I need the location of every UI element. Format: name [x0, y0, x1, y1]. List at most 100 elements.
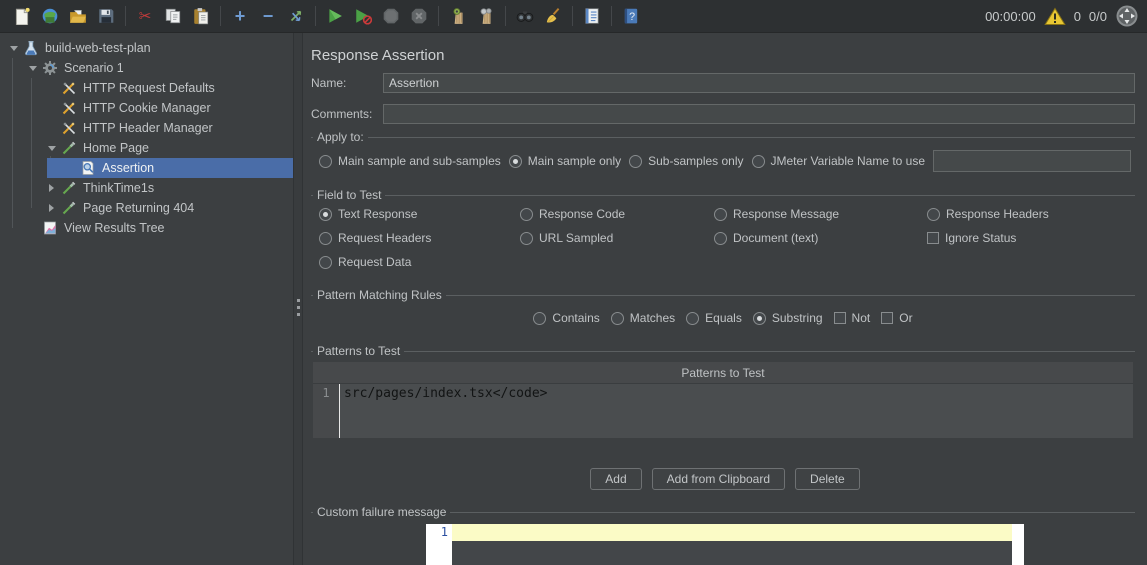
expander-icon[interactable]: [42, 184, 61, 192]
checkbox-not[interactable]: Not: [834, 311, 871, 325]
clear-all-icon[interactable]: [472, 3, 500, 29]
add-from-clipboard-button[interactable]: Add from Clipboard: [652, 468, 785, 490]
radio-text-response[interactable]: Text Response: [319, 207, 520, 221]
patterns-to-test-group: Patterns to Test Patterns to Test 1 src/…: [311, 351, 1135, 438]
apply-to-group: Apply to: Main sample and sub-samples Ma…: [311, 137, 1135, 182]
radio-request-data[interactable]: Request Data: [319, 255, 520, 269]
pattern-line-number: 1: [313, 384, 339, 438]
radio-contains[interactable]: Contains: [533, 311, 599, 325]
tree-item-label: ThinkTime1s: [83, 181, 154, 195]
radio-main-sample-and-sub-samples[interactable]: Main sample and sub-samples: [319, 154, 501, 168]
tree-item-label: HTTP Request Defaults: [83, 81, 215, 95]
tree-item-assertion[interactable]: Assertion: [0, 158, 293, 178]
toolbar-separator: [220, 6, 221, 26]
tree-item-label: Page Returning 404: [83, 201, 194, 215]
name-label: Name:: [311, 76, 383, 90]
reset-search-icon[interactable]: [539, 3, 567, 29]
tree-item-page-returning-404[interactable]: Page Returning 404: [0, 198, 293, 218]
templates-icon[interactable]: [36, 3, 64, 29]
radio-request-headers[interactable]: Request Headers: [319, 231, 520, 245]
pattern-matching-rules-group: Pattern Matching Rules Contains Matches …: [311, 295, 1135, 338]
toolbar-separator: [125, 6, 126, 26]
tree-item-thinktime1s[interactable]: ThinkTime1s: [0, 178, 293, 198]
tree-item-http-request-defaults[interactable]: HTTP Request Defaults: [0, 78, 293, 98]
radio-document-text[interactable]: Document (text): [714, 231, 927, 245]
toggle-icon[interactable]: [282, 3, 310, 29]
help-icon[interactable]: ?: [617, 3, 645, 29]
editor-line-number: 1: [426, 524, 452, 565]
thread-group-icon: [42, 60, 60, 76]
sampler-icon: [61, 200, 79, 216]
checkbox-ignore-status[interactable]: Ignore Status: [927, 231, 1131, 245]
clear-icon[interactable]: [444, 3, 472, 29]
search-icon[interactable]: [511, 3, 539, 29]
function-helper-icon[interactable]: [578, 3, 606, 29]
start-icon[interactable]: [321, 3, 349, 29]
radio-response-message[interactable]: Response Message: [714, 207, 927, 221]
tree-item-label: Assertion: [102, 161, 154, 175]
radio-matches[interactable]: Matches: [611, 311, 675, 325]
assertion-icon: [80, 160, 98, 176]
tree-item-label: HTTP Header Manager: [83, 121, 213, 135]
custom-failure-message-group: Custom failure message 1: [311, 512, 1135, 565]
radio-substring[interactable]: Substring: [753, 311, 823, 325]
pattern-cell[interactable]: src/pages/index.tsx</code>: [340, 384, 1133, 438]
results-tree-icon: [42, 220, 60, 236]
new-file-icon[interactable]: [8, 3, 36, 29]
field-to-test-group: Field to Test Text Response Response Cod…: [311, 195, 1135, 282]
tree-item-view-results-tree[interactable]: View Results Tree: [0, 218, 293, 238]
expander-icon[interactable]: [23, 66, 42, 71]
tree-item-test-plan[interactable]: build-web-test-plan: [0, 38, 293, 58]
save-icon[interactable]: [92, 3, 120, 29]
sampler-icon: [61, 180, 79, 196]
tree-item-scenario-1[interactable]: Scenario 1: [0, 58, 293, 78]
radio-response-headers[interactable]: Response Headers: [927, 207, 1131, 221]
comments-input[interactable]: [383, 104, 1135, 124]
radio-jmeter-variable-name[interactable]: JMeter Variable Name to use: [752, 154, 926, 168]
open-icon[interactable]: [64, 3, 92, 29]
divider-grip[interactable]: [297, 295, 300, 320]
apply-to-title: Apply to:: [313, 130, 368, 144]
pattern-row[interactable]: 1 src/pages/index.tsx</code>: [313, 384, 1133, 438]
warning-indicator-icon[interactable]: [1044, 7, 1066, 26]
toolbar-separator: [505, 6, 506, 26]
editor-current-line-highlight: [452, 524, 1012, 541]
editor-scrollbar[interactable]: [1012, 524, 1024, 565]
remove-icon[interactable]: −: [254, 3, 282, 29]
tree-item-home-page[interactable]: Home Page: [0, 138, 293, 158]
stop-icon: [377, 3, 405, 29]
radio-equals[interactable]: Equals: [686, 311, 742, 325]
tree-item-http-header-manager[interactable]: HTTP Header Manager: [0, 118, 293, 138]
add-icon[interactable]: +: [226, 3, 254, 29]
editor-text-area[interactable]: [452, 524, 1012, 565]
page-title: Response Assertion: [311, 47, 1135, 64]
name-input[interactable]: [383, 73, 1135, 93]
radio-sub-samples-only[interactable]: Sub-samples only: [629, 154, 743, 168]
radio-response-code[interactable]: Response Code: [520, 207, 714, 221]
pattern-matching-rules-title: Pattern Matching Rules: [313, 288, 446, 302]
tree-item-label: View Results Tree: [64, 221, 165, 235]
error-count: 0: [1074, 9, 1081, 24]
expander-icon[interactable]: [4, 46, 23, 51]
custom-failure-message-editor[interactable]: 1: [426, 524, 1024, 565]
expander-icon[interactable]: [42, 204, 61, 212]
checkbox-or[interactable]: Or: [881, 311, 912, 325]
paste-icon[interactable]: [187, 3, 215, 29]
test-plan-tree: build-web-test-plan Scenario 1 HTTP Requ…: [0, 33, 293, 565]
tree-item-http-cookie-manager[interactable]: HTTP Cookie Manager: [0, 98, 293, 118]
config-element-icon: [61, 120, 79, 136]
patterns-to-test-title: Patterns to Test: [313, 344, 404, 358]
sampler-icon: [61, 140, 79, 156]
jmeter-variable-name-input[interactable]: [933, 150, 1131, 172]
tree-item-label: build-web-test-plan: [45, 41, 151, 55]
split-pane-divider[interactable]: [293, 33, 303, 565]
delete-button[interactable]: Delete: [795, 468, 860, 490]
add-button[interactable]: Add: [590, 468, 641, 490]
toolbar-separator: [438, 6, 439, 26]
expander-icon[interactable]: [42, 146, 61, 151]
copy-icon[interactable]: [159, 3, 187, 29]
radio-main-sample-only[interactable]: Main sample only: [509, 154, 621, 168]
start-no-pauses-icon[interactable]: [349, 3, 377, 29]
radio-url-sampled[interactable]: URL Sampled: [520, 231, 714, 245]
cut-icon[interactable]: ✂: [131, 3, 159, 29]
